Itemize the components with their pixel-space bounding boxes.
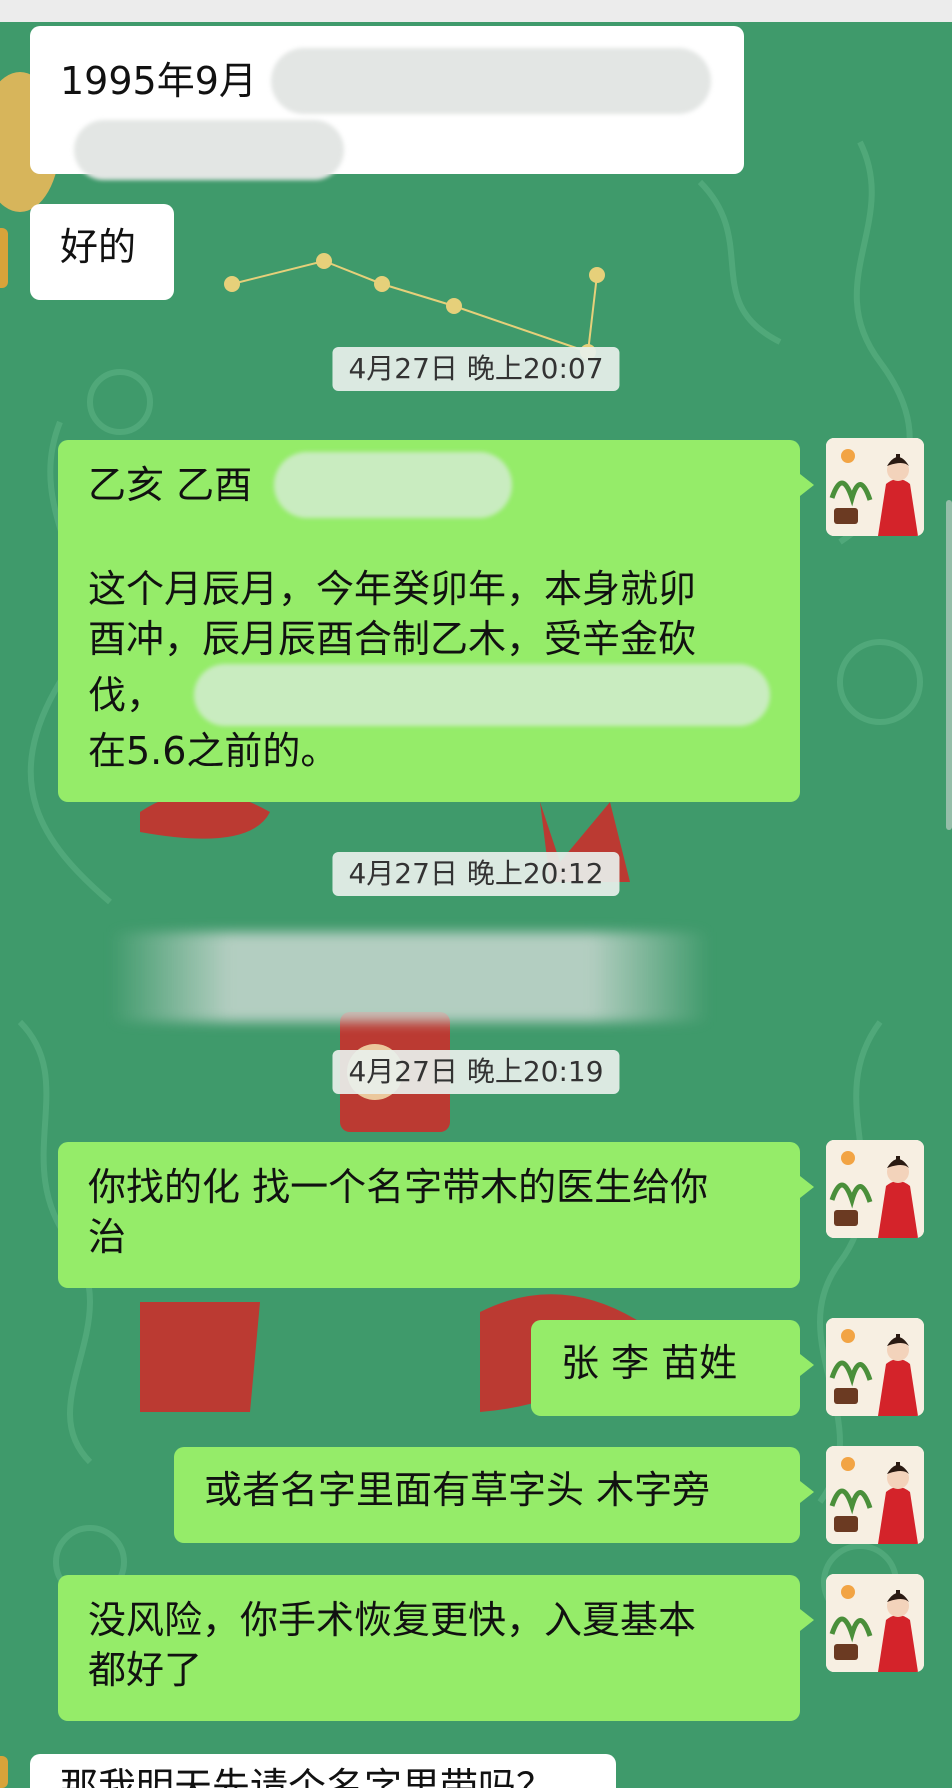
message-text: 都好了 [88,1648,203,1692]
redacted-text [270,48,711,114]
redacted-text [74,120,344,180]
timestamp: 4月27日 晚上20:07 [332,347,620,391]
message-text: 好的 [60,225,137,269]
message-text: 这个月辰月，今年癸卯年，本身就卯 [88,567,697,611]
message-text: 你找的化 找一个名字带木的医生给你 [88,1165,709,1209]
message-text: 或者名字里面有草字头 木字旁 [204,1468,711,1512]
message-text: 张 李 苗姓 [561,1341,738,1385]
chat-scrollbar[interactable] [946,500,952,830]
message-text: 那我明天先请个名字里带吗？ [60,1765,555,1788]
sent-message-doctor[interactable]: 你找的化 找一个名字带木的医生给你 治 [58,1142,814,1288]
message-text: 1995年9月 [60,59,257,103]
message-text: 伐， [88,673,165,717]
woman-in-red-hanfu-avatar-icon [826,1446,924,1544]
message-text: 乙亥 乙酉 [88,463,253,507]
woman-in-red-hanfu-avatar-icon [826,1318,924,1416]
sent-message-radicals[interactable]: 或者名字里面有草字头 木字旁 [174,1447,814,1543]
message-text: 在5.6之前的。 [88,729,339,773]
woman-in-red-hanfu-avatar-icon [826,1574,924,1672]
timestamp: 4月27日 晚上20:19 [332,1050,620,1094]
redacted-message [110,932,710,1022]
sent-message-recovery[interactable]: 没风险，你手术恢复更快，入夏基本 都好了 [58,1575,814,1721]
received-message-ok[interactable]: 好的 [30,204,174,300]
message-text: 没风险，你手术恢复更快，入夏基本 [88,1598,697,1642]
my-avatar[interactable] [826,438,924,536]
my-avatar[interactable] [826,1318,924,1416]
my-avatar[interactable] [826,1446,924,1544]
received-message-birthdate[interactable]: 1995年9月 [30,26,744,180]
sent-message-analysis[interactable]: 乙亥 乙酉 这个月辰月，今年癸卯年，本身就卯 酉冲，辰月辰酉合制乙木，受辛金砍 … [58,440,814,802]
my-avatar[interactable] [826,1140,924,1238]
redacted-text [194,664,770,726]
status-strip [0,0,952,22]
received-message-partial[interactable]: 那我明天先请个名字里带吗？ [30,1754,616,1788]
redacted-text [274,452,513,518]
message-text: 治 [88,1215,127,1259]
my-avatar[interactable] [826,1574,924,1672]
woman-in-red-hanfu-avatar-icon [826,438,924,536]
sent-message-surnames[interactable]: 张 李 苗姓 [531,1320,814,1416]
woman-in-red-hanfu-avatar-icon [826,1140,924,1238]
timestamp: 4月27日 晚上20:12 [332,852,620,896]
contact-avatar-edge[interactable] [0,228,8,288]
contact-avatar-edge[interactable] [0,1756,8,1788]
message-text: 酉冲，辰月辰酉合制乙木，受辛金砍 [88,617,697,661]
